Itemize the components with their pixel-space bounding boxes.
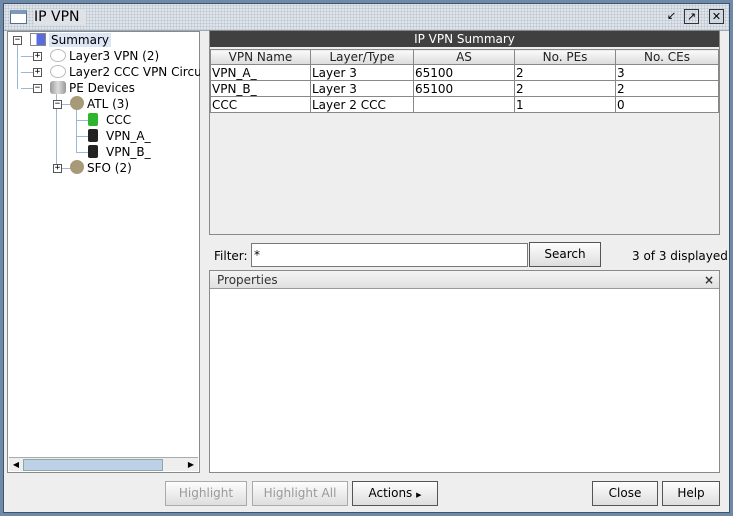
highlight-all-button[interactable]: Highlight All: [252, 481, 348, 506]
caret-right-icon: ▶: [416, 491, 422, 499]
actions-label: Actions: [368, 486, 413, 500]
cell: Layer 3: [310, 80, 414, 97]
table-row[interactable]: VPN_A_ Layer 3 65100 2 3: [210, 64, 719, 81]
cell: 65100: [413, 80, 515, 97]
maximize-icon[interactable]: ↗: [684, 9, 699, 24]
cell: 2: [514, 64, 616, 81]
cloud-icon: [50, 65, 66, 78]
collapse-toggle[interactable]: −: [53, 100, 62, 109]
tree-node-vpn-b[interactable]: VPN_B_: [88, 144, 151, 160]
cell: Layer 3: [310, 64, 414, 81]
table-row[interactable]: VPN_B_ Layer 3 65100 2 2: [210, 80, 719, 97]
cell: VPN_A_: [210, 64, 311, 81]
collapse-toggle[interactable]: −: [33, 84, 42, 93]
title-bar[interactable]: IP VPN ↙ ↗ ✕: [4, 4, 729, 31]
tree-node-vpn-a[interactable]: VPN_A_: [88, 128, 151, 144]
close-properties-icon[interactable]: ×: [704, 271, 714, 289]
tree-node-sfo[interactable]: SFO (2): [70, 160, 132, 176]
cell: 3: [615, 64, 719, 81]
summary-table[interactable]: VPN Name Layer/Type AS No. PEs No. CEs V…: [210, 49, 719, 113]
expand-toggle[interactable]: +: [33, 52, 42, 61]
window-title: IP VPN: [34, 9, 86, 25]
tree-node-atl[interactable]: ATL (3): [70, 96, 129, 112]
tree-node-pe-devices[interactable]: PE Devices: [50, 80, 135, 96]
lock-icon: [88, 145, 98, 158]
close-button[interactable]: Close: [592, 481, 658, 506]
restore-icon[interactable]: ↙: [664, 9, 679, 24]
lock-green-icon: [88, 113, 98, 126]
scrollbar-thumb[interactable]: [23, 459, 163, 471]
help-button[interactable]: Help: [662, 481, 720, 506]
cloud-icon: [50, 49, 66, 62]
cell: 65100: [413, 64, 515, 81]
properties-header: Properties ×: [210, 271, 719, 289]
actions-button[interactable]: Actions ▶: [352, 481, 438, 506]
close-icon[interactable]: ✕: [709, 9, 724, 24]
router-icon: [70, 160, 84, 174]
expand-toggle[interactable]: +: [53, 164, 62, 173]
horizontal-scrollbar[interactable]: ◀ ▶: [9, 457, 198, 471]
displayed-count: 3 of 3 displayed: [632, 249, 728, 263]
column-header-vpn-name[interactable]: VPN Name: [210, 49, 311, 65]
scroll-left-icon[interactable]: ◀: [10, 459, 22, 471]
router-icon: [70, 96, 84, 110]
summary-title: IP VPN Summary: [210, 31, 719, 47]
cell: 2: [514, 80, 616, 97]
summary-panel: IP VPN Summary VPN Name Layer/Type AS No…: [209, 30, 720, 235]
cell: 2: [615, 80, 719, 97]
scroll-right-icon[interactable]: ▶: [185, 459, 197, 471]
lock-icon: [88, 129, 98, 142]
cell: 1: [514, 96, 616, 113]
highlight-button[interactable]: Highlight: [165, 481, 247, 506]
properties-title: Properties: [217, 273, 278, 287]
column-header-no-pes[interactable]: No. PEs: [514, 49, 616, 65]
tree-node-layer2-ccc[interactable]: Layer2 CCC VPN Circuit: [50, 64, 200, 80]
window-icon: [10, 10, 27, 24]
navigation-tree[interactable]: − Summary + Layer3 VPN (2) + Layer2 CCC …: [7, 31, 200, 473]
column-header-layer-type[interactable]: Layer/Type: [310, 49, 414, 65]
filter-label: Filter:: [214, 249, 248, 263]
collapse-toggle[interactable]: −: [13, 36, 22, 45]
table-row[interactable]: CCC Layer 2 CCC 1 0: [210, 96, 719, 113]
summary-icon: [30, 33, 46, 46]
search-button[interactable]: Search: [529, 242, 601, 267]
database-icon: [50, 81, 66, 94]
cell: Layer 2 CCC: [310, 96, 414, 113]
filter-input[interactable]: *: [251, 243, 528, 267]
tree-node-ccc[interactable]: CCC: [88, 112, 131, 128]
expand-toggle[interactable]: +: [33, 68, 42, 77]
column-header-as[interactable]: AS: [413, 49, 515, 65]
cell: VPN_B_: [210, 80, 311, 97]
tree-node-layer3-vpn[interactable]: Layer3 VPN (2): [50, 48, 159, 64]
cell: [413, 96, 515, 113]
tree-node-summary[interactable]: Summary: [30, 32, 111, 48]
properties-panel: Properties ×: [209, 270, 720, 473]
cell: 0: [615, 96, 719, 113]
cell: CCC: [210, 96, 311, 113]
column-header-no-ces[interactable]: No. CEs: [615, 49, 719, 65]
